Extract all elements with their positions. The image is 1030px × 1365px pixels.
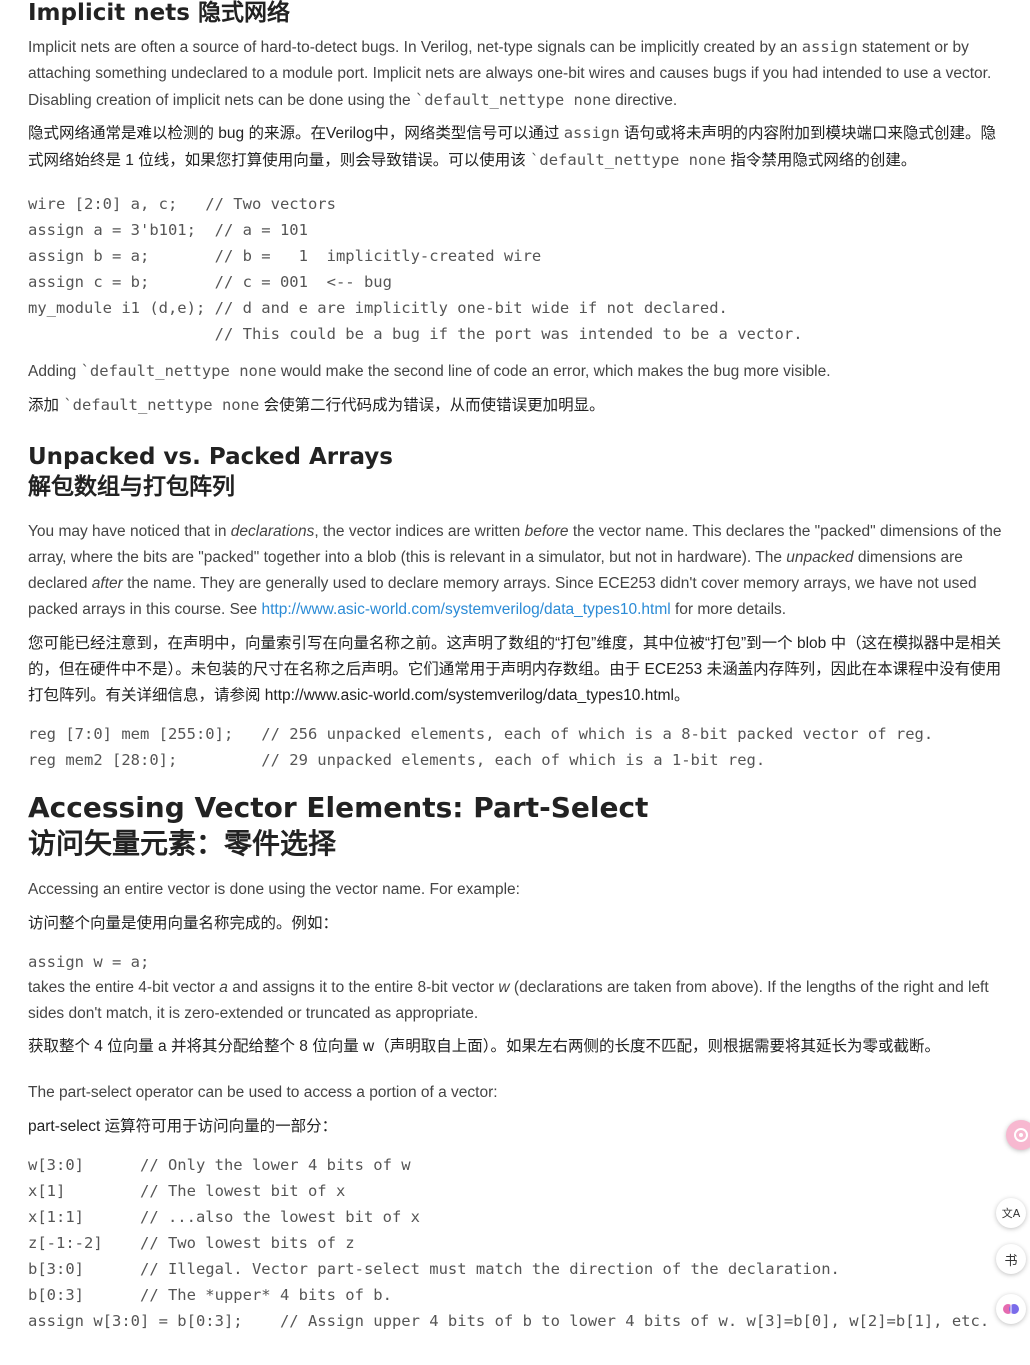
default-nettype-note-zh: 添加 `default_nettype none 会使第二行代码成为错误，从而使… [28, 392, 1008, 419]
text: for more details. [670, 601, 787, 618]
part-select-code-block: w[3:0] // Only the lower 4 bits of w x[1… [28, 1156, 990, 1330]
emphasis: after [91, 575, 123, 592]
text: takes the entire 4-bit vector [28, 979, 220, 996]
inline-code: `default_nettype none [63, 396, 260, 414]
emphasis: a [219, 979, 228, 996]
implicit-nets-paragraph-zh: 隐式网络通常是难以检测的 bug 的来源。在Verilog中，网络类型信号可以通… [28, 120, 1008, 174]
inline-code: assign [801, 38, 858, 56]
assign-explanation-en: takes the entire 4-bit vector a and assi… [28, 975, 1008, 1027]
book-glyph: 书 [1004, 1253, 1018, 1269]
section-title-part-select-en: Accessing Vector Elements: Part-Select [28, 791, 649, 824]
text: , the vector indices are written [314, 523, 525, 540]
asic-world-link[interactable]: http://www.asic-world.com/systemverilog/… [261, 601, 670, 618]
text: You may have noticed that in [28, 523, 231, 540]
brain-icon[interactable] [996, 1294, 1026, 1324]
section-title-packed-arrays-zh: 解包数组与打包阵列 [28, 474, 235, 500]
inline-code: `default_nettype none [80, 362, 277, 380]
section-title-implicit-nets: Implicit nets 隐式网络 [28, 0, 290, 26]
inline-code: assign [563, 124, 620, 142]
text: directive. [610, 92, 678, 109]
section-title-part-select-zh: 访问矢量元素：零件选择 [28, 827, 337, 860]
text: 添加 [28, 397, 64, 414]
text: would make the second line of code an er… [276, 363, 831, 380]
book-icon[interactable]: 书 [996, 1244, 1026, 1274]
text: Adding [28, 363, 81, 380]
inline-code: `default_nettype none [530, 151, 727, 169]
packed-arrays-paragraph-en: You may have noticed that in declaration… [28, 519, 1008, 623]
packed-arrays-code-block: reg [7:0] mem [255:0]; // 256 unpacked e… [28, 725, 934, 769]
brain-glyph [1003, 1304, 1019, 1314]
section-title-packed-arrays-en: Unpacked vs. Packed Arrays [28, 444, 393, 470]
assign-explanation-zh: 获取整个 4 位向量 a 并将其分配给整个 8 位向量 w（声明取自上面）。如果… [28, 1038, 940, 1055]
text: Implicit nets are often a source of hard… [28, 39, 802, 56]
emphasis: unpacked [786, 549, 854, 566]
translate-icon[interactable]: 文A [996, 1198, 1026, 1228]
text: 隐式网络通常是难以检测的 bug 的来源。在Verilog中，网络类型信号可以通… [28, 125, 564, 142]
default-nettype-note-en: Adding `default_nettype none would make … [28, 358, 1008, 385]
emphasis: w [498, 979, 510, 996]
translate-glyph: 文A [1001, 1207, 1021, 1220]
text: and assigns it to the entire 8-bit vecto… [227, 979, 499, 996]
inline-code: `default_nettype none [414, 91, 611, 109]
part-select-intro-en: Accessing an entire vector is done using… [28, 881, 520, 898]
text: 会使第二行代码成为错误，从而使错误更加明显。 [259, 397, 605, 414]
text: 指令禁用隐式网络的创建。 [726, 152, 917, 169]
assistant-icon[interactable] [1006, 1120, 1030, 1150]
assistant-glyph [1014, 1128, 1028, 1142]
part-select-operator-zh: part-select 运算符可用于访问向量的一部分： [28, 1118, 338, 1135]
implicit-nets-paragraph-en: Implicit nets are often a source of hard… [28, 34, 1008, 114]
part-select-intro-zh: 访问整个向量是使用向量名称完成的。例如： [28, 915, 339, 932]
implicit-nets-code-block: wire [2:0] a, c; // Two vectors assign a… [28, 195, 803, 343]
emphasis: before [524, 523, 569, 540]
emphasis: declarations [230, 523, 315, 540]
packed-arrays-paragraph-zh: 您可能已经注意到，在声明中，向量索引写在向量名称之前。这声明了数组的“打包”维度… [28, 635, 1002, 704]
part-select-operator-en: The part-select operator can be used to … [28, 1084, 498, 1101]
assign-example-code: assign w = a; [28, 953, 150, 971]
